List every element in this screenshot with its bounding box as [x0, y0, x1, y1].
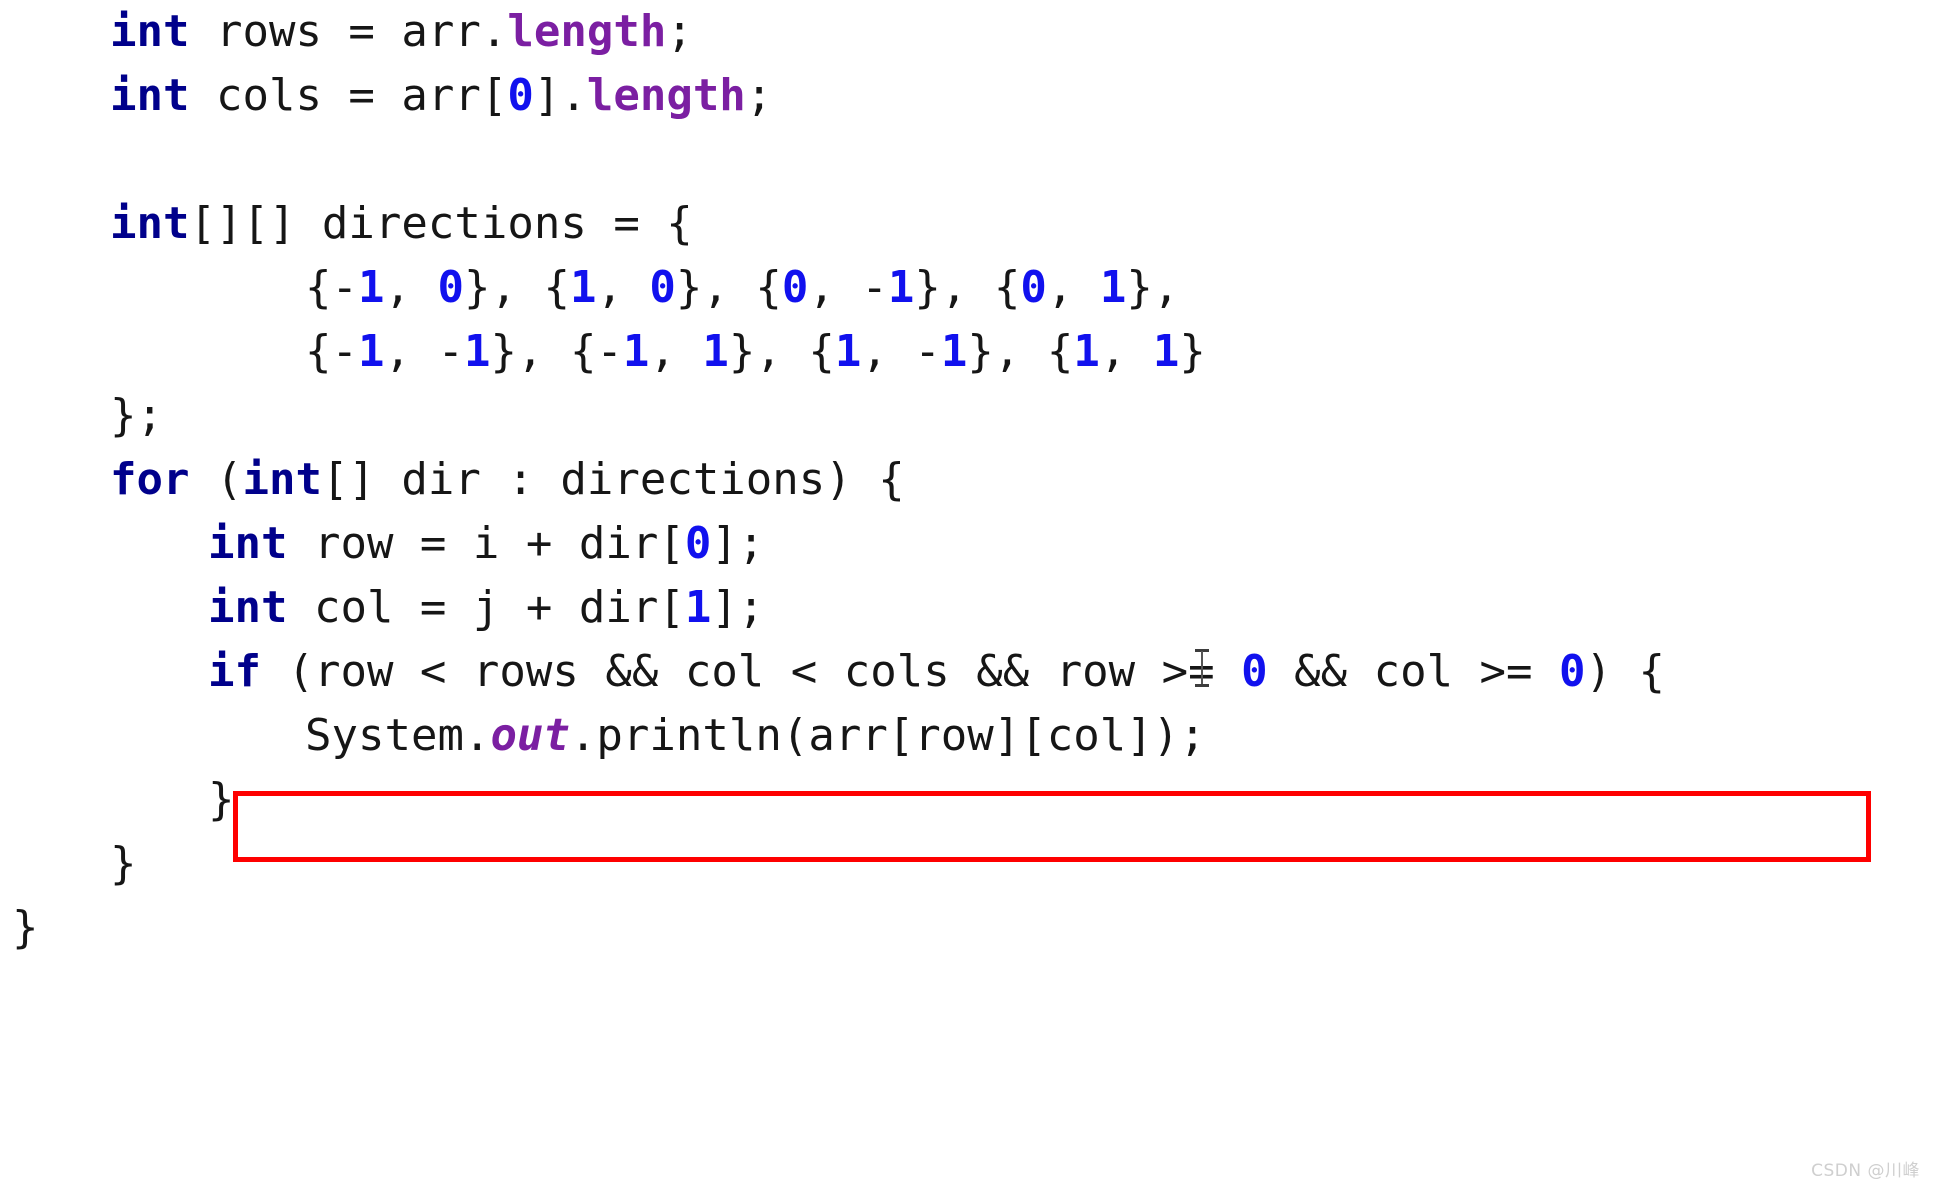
plain-token: }, [1126, 262, 1180, 313]
code-listing[interactable]: int rows = arr.length; int cols = arr[0].… [0, 0, 1934, 1191]
csdn-watermark: CSDN @川峰 [1811, 1161, 1920, 1181]
keyword-token: int [208, 518, 288, 569]
keyword-token: int [242, 454, 322, 505]
number-token: 1 [569, 262, 597, 313]
number-token: 1 [684, 582, 712, 633]
code-line-close-for[interactable]: } [0, 838, 137, 890]
plain-token: ; [666, 6, 693, 57]
plain-token: } [12, 902, 39, 953]
plain-token: (row < rows && col < cols && row >= [260, 646, 1242, 697]
number-token: 0 [1559, 646, 1586, 697]
number-token: 1 [463, 326, 491, 377]
number-token: 1 [940, 326, 968, 377]
number-token: 0 [507, 70, 534, 121]
plain-token: } [1179, 326, 1206, 377]
static-field-token: out [490, 710, 570, 761]
keyword-token: int [110, 70, 190, 121]
plain-token: ]. [533, 70, 587, 121]
number-token: 1 [357, 326, 385, 377]
code-line-rows[interactable]: int rows = arr.length; [0, 6, 693, 58]
plain-token: ) { [1585, 646, 1666, 697]
keyword-token: int [110, 6, 190, 57]
number-token: 0 [684, 518, 712, 569]
plain-token: [][] directions = { [189, 198, 693, 249]
plain-token: }, { [914, 262, 1021, 313]
number-token: 1 [834, 326, 862, 377]
plain-token: , - [384, 326, 464, 377]
number-token: 1 [887, 262, 915, 313]
keyword-token: int [110, 198, 190, 249]
plain-token: row = i + dir[ [287, 518, 685, 569]
plain-token: , [596, 262, 650, 313]
code-line-close-array[interactable]: }; [0, 390, 163, 442]
number-token: 0 [1020, 262, 1047, 313]
plain-token: ]; [711, 518, 765, 569]
plain-token: {- [305, 262, 358, 313]
code-line-close-if[interactable]: } [0, 774, 235, 826]
plain-token: }, {- [490, 326, 623, 377]
plain-token: }, { [675, 262, 782, 313]
plain-token: && col >= [1267, 646, 1560, 697]
code-line-close-method[interactable]: } [0, 902, 39, 954]
code-line-for[interactable]: for (int[] dir : directions) { [0, 454, 905, 506]
plain-token: , - [861, 326, 941, 377]
plain-token: , [1046, 262, 1100, 313]
number-token: 1 [622, 326, 650, 377]
number-token: 1 [1099, 262, 1127, 313]
plain-token: .println(arr[row][col]); [569, 710, 1206, 761]
number-token: 0 [437, 262, 464, 313]
plain-token: , [384, 262, 438, 313]
number-token: 1 [702, 326, 729, 377]
code-line-row[interactable]: int row = i + dir[0]; [0, 518, 764, 570]
plain-token: ; [745, 70, 773, 121]
keyword-token: for [110, 454, 190, 505]
code-line-cols[interactable]: int cols = arr[0].length; [0, 70, 772, 122]
number-token: 0 [1241, 646, 1268, 697]
number-token: 0 [649, 262, 676, 313]
plain-token: }; [110, 390, 163, 441]
plain-token: {- [305, 326, 358, 377]
plain-token: ( [189, 454, 243, 505]
code-line-directions-row1[interactable]: {-1, 0}, {1, 0}, {0, -1}, {0, 1}, [0, 262, 1179, 314]
plain-token: ]; [711, 582, 765, 633]
plain-token: }, { [463, 262, 570, 313]
field-token: length [507, 6, 667, 57]
plain-token: }, { [728, 326, 835, 377]
number-token: 1 [1152, 326, 1180, 377]
number-token: 1 [357, 262, 385, 313]
code-line-directions-row2[interactable]: {-1, -1}, {-1, 1}, {1, -1}, {1, 1} [0, 326, 1206, 378]
plain-token: col = j + dir[ [287, 582, 685, 633]
plain-token: } [208, 774, 235, 825]
code-line-col[interactable]: int col = j + dir[1]; [0, 582, 764, 634]
plain-token: , - [808, 262, 888, 313]
plain-token: , [649, 326, 703, 377]
keyword-token: if [208, 646, 261, 697]
plain-token: [] dir : directions) { [321, 454, 905, 505]
code-line-directions-decl[interactable]: int[][] directions = { [0, 198, 693, 250]
plain-token: cols = arr[ [189, 70, 508, 121]
plain-token: System. [305, 710, 491, 761]
number-token: 0 [781, 262, 809, 313]
code-line-if[interactable]: if (row < rows && col < cols && row >= 0… [0, 646, 1665, 698]
number-token: 1 [1073, 326, 1100, 377]
code-line-println[interactable]: System.out.println(arr[row][col]); [0, 710, 1206, 762]
plain-token: rows = arr. [189, 6, 508, 57]
keyword-token: int [208, 582, 288, 633]
plain-token: } [110, 838, 137, 889]
plain-token: }, { [967, 326, 1074, 377]
field-token: length [586, 70, 746, 121]
plain-token: , [1099, 326, 1153, 377]
